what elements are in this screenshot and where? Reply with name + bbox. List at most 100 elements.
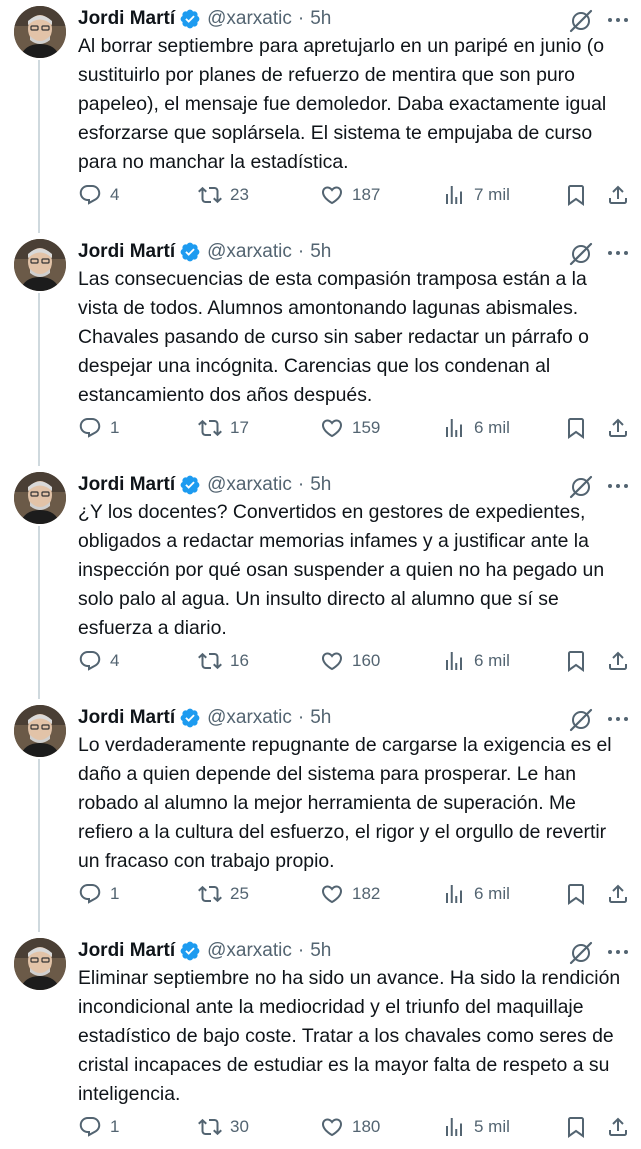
- like-icon: [321, 652, 343, 671]
- reply-button[interactable]: 1: [78, 1112, 119, 1142]
- share-button[interactable]: [606, 180, 630, 210]
- reply-button[interactable]: 1: [78, 879, 119, 909]
- avatar[interactable]: [14, 472, 66, 524]
- grok-icon[interactable]: [568, 8, 594, 34]
- verified-badge-icon: [179, 8, 201, 30]
- grok-icon[interactable]: [568, 707, 594, 733]
- retweet-icon: [198, 186, 222, 204]
- tweet[interactable]: Jordi Martí @xarxatic · 5h Lo verdaderam…: [0, 699, 641, 932]
- tweet-text: Eliminar septiembre no ha sido un avance…: [78, 967, 621, 1105]
- like-icon: [321, 1118, 343, 1137]
- share-button[interactable]: [606, 646, 630, 676]
- share-button[interactable]: [606, 879, 630, 909]
- tweet[interactable]: Jordi Martí @xarxatic · 5h ¿Y los docent…: [0, 466, 641, 699]
- author-name[interactable]: Jordi Martí: [78, 705, 175, 731]
- reply-button[interactable]: 4: [78, 180, 119, 210]
- share-icon: [609, 884, 627, 903]
- share-icon: [609, 1117, 627, 1136]
- tweet[interactable]: Jordi Martí @xarxatic · 5h Las consecuen…: [0, 233, 641, 466]
- share-button[interactable]: [606, 413, 630, 443]
- more-icon[interactable]: [604, 472, 632, 500]
- retweet-button[interactable]: 30: [198, 1112, 249, 1142]
- like-button[interactable]: 159: [320, 413, 380, 443]
- timestamp[interactable]: 5h: [310, 472, 331, 498]
- views-button[interactable]: 7 mil: [442, 180, 510, 210]
- tweet[interactable]: Jordi Martí @xarxatic · 5h Al borrar sep…: [0, 0, 641, 233]
- like-icon: [321, 885, 343, 904]
- separator-dot: ·: [297, 8, 305, 29]
- retweet-button[interactable]: 23: [198, 180, 249, 210]
- like-button[interactable]: 160: [320, 646, 380, 676]
- reply-button[interactable]: 4: [78, 646, 119, 676]
- views-count: 7 mil: [474, 185, 510, 204]
- more-icon[interactable]: [604, 6, 632, 34]
- bookmark-button[interactable]: [564, 1112, 588, 1142]
- author-name[interactable]: Jordi Martí: [78, 938, 175, 964]
- avatar[interactable]: [14, 938, 66, 990]
- bookmark-button[interactable]: [564, 180, 588, 210]
- timestamp[interactable]: 5h: [310, 938, 331, 964]
- like-button[interactable]: 182: [320, 879, 380, 909]
- like-icon: [321, 419, 343, 438]
- retweet-button[interactable]: 17: [198, 413, 249, 443]
- retweet-button[interactable]: 25: [198, 879, 249, 909]
- tweet-header: Jordi Martí @xarxatic · 5h: [78, 705, 331, 731]
- author-name[interactable]: Jordi Martí: [78, 472, 175, 498]
- author-handle[interactable]: @xarxatic: [207, 705, 292, 731]
- author-name[interactable]: Jordi Martí: [78, 6, 175, 32]
- tweet-actions: 4 16 160 6 mil: [78, 646, 634, 676]
- views-count: 6 mil: [474, 884, 510, 903]
- share-button[interactable]: [606, 1112, 630, 1142]
- tweet[interactable]: Jordi Martí @xarxatic · 5h Eliminar sept…: [0, 932, 641, 1149]
- views-button[interactable]: 6 mil: [442, 413, 510, 443]
- views-button[interactable]: 6 mil: [442, 646, 510, 676]
- tweet-actions: 1 30 180 5 mil: [78, 1112, 634, 1142]
- bookmark-button[interactable]: [564, 879, 588, 909]
- like-button[interactable]: 187: [320, 180, 380, 210]
- tweet-text: Las consecuencias de esta compasión tram…: [78, 268, 589, 406]
- views-button[interactable]: 5 mil: [442, 1112, 510, 1142]
- more-icon[interactable]: [604, 239, 632, 267]
- author-handle[interactable]: @xarxatic: [207, 938, 292, 964]
- retweet-count: 17: [230, 418, 249, 437]
- share-icon: [609, 651, 627, 670]
- like-button[interactable]: 180: [320, 1112, 380, 1142]
- author-handle[interactable]: @xarxatic: [207, 472, 292, 498]
- views-count: 5 mil: [474, 1117, 510, 1136]
- author-name[interactable]: Jordi Martí: [78, 239, 175, 265]
- views-icon: [446, 186, 462, 204]
- avatar[interactable]: [14, 239, 66, 291]
- retweet-icon: [198, 1118, 222, 1136]
- timestamp[interactable]: 5h: [310, 239, 331, 265]
- separator-dot: ·: [297, 241, 305, 262]
- thread-line: [38, 526, 40, 699]
- like-count: 182: [352, 884, 381, 903]
- grok-icon[interactable]: [568, 241, 594, 267]
- retweet-icon: [198, 652, 222, 670]
- timestamp[interactable]: 5h: [310, 6, 331, 32]
- reply-count: 4: [110, 651, 120, 670]
- grok-icon[interactable]: [568, 474, 594, 500]
- avatar[interactable]: [14, 6, 66, 58]
- reply-button[interactable]: 1: [78, 413, 119, 443]
- separator-dot: ·: [297, 474, 305, 495]
- tweet-text: Al borrar septiembre para apretujarlo en…: [78, 35, 607, 173]
- author-handle[interactable]: @xarxatic: [207, 6, 292, 32]
- author-handle[interactable]: @xarxatic: [207, 239, 292, 265]
- avatar[interactable]: [14, 705, 66, 757]
- like-count: 159: [352, 418, 381, 437]
- bookmark-button[interactable]: [564, 646, 588, 676]
- separator-dot: ·: [297, 707, 305, 728]
- grok-icon[interactable]: [568, 940, 594, 966]
- timestamp[interactable]: 5h: [310, 705, 331, 731]
- share-icon: [609, 418, 627, 437]
- more-icon[interactable]: [604, 705, 632, 733]
- views-icon: [446, 885, 462, 903]
- more-icon[interactable]: [604, 938, 632, 966]
- bookmark-button[interactable]: [564, 413, 588, 443]
- views-button[interactable]: 6 mil: [442, 879, 510, 909]
- thread-line: [38, 293, 40, 466]
- bookmark-icon: [568, 651, 584, 672]
- retweet-button[interactable]: 16: [198, 646, 249, 676]
- like-count: 160: [352, 651, 381, 670]
